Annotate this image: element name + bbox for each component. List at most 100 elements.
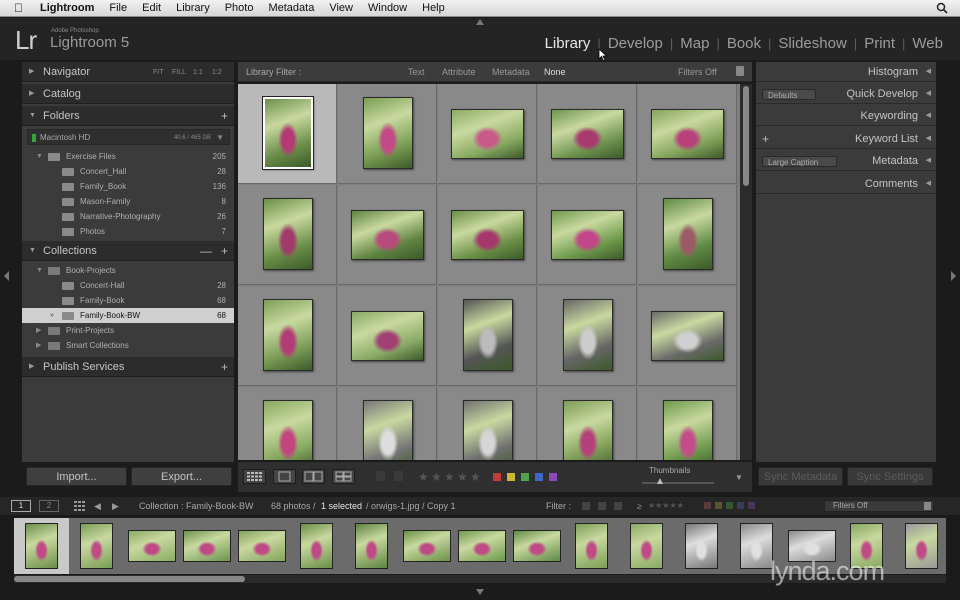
- module-map[interactable]: Map: [673, 35, 716, 52]
- filmstrip-cell-selected[interactable]: [14, 518, 70, 574]
- label-red-icon[interactable]: [704, 502, 711, 509]
- filter-metadata[interactable]: Metadata: [492, 62, 530, 82]
- apple-icon[interactable]: : [14, 0, 28, 17]
- grid-cell[interactable]: [238, 185, 337, 285]
- add-publish-service-icon[interactable]: +: [221, 357, 228, 377]
- menu-view[interactable]: View: [329, 0, 353, 17]
- label-purple-icon[interactable]: [549, 473, 557, 481]
- menu-file[interactable]: File: [109, 0, 127, 17]
- folder-exercise-files[interactable]: ▼ Exercise Files 205: [22, 149, 234, 164]
- label-green-icon[interactable]: [726, 502, 733, 509]
- disclosure-icon[interactable]: ▼: [36, 149, 43, 164]
- menu-help[interactable]: Help: [422, 0, 445, 17]
- filmstrip-cell[interactable]: [234, 518, 290, 574]
- module-web[interactable]: Web: [905, 35, 950, 52]
- filmstrip-cell[interactable]: [289, 518, 345, 574]
- grid-cell[interactable]: [338, 185, 437, 285]
- rating-filter-stars-icon[interactable]: ★★★★★: [648, 497, 684, 515]
- disclosure-icon[interactable]: »: [50, 308, 54, 323]
- grid-cell[interactable]: [438, 286, 537, 386]
- loupe-view-button[interactable]: [273, 469, 296, 484]
- filmstrip-scrollbar-thumb[interactable]: [14, 576, 245, 582]
- flag-filter-icon[interactable]: [582, 502, 590, 510]
- navigator-header[interactable]: ▶ Navigator FIT FILL 1:1 1:2: [22, 62, 234, 82]
- folder-row[interactable]: Concert_Hall 28: [22, 164, 234, 179]
- star-4-icon[interactable]: ★: [457, 470, 468, 484]
- collection-family-book-bw[interactable]: » Family-Book-BW 68: [22, 308, 234, 323]
- filter-preset[interactable]: Filters Off: [678, 62, 717, 82]
- flag-filter-icon[interactable]: [614, 502, 622, 510]
- metadata-preset-select[interactable]: Large Caption: [762, 156, 838, 167]
- grid-view-button[interactable]: [243, 469, 266, 484]
- filmstrip-cell[interactable]: [509, 518, 565, 574]
- menu-lightroom[interactable]: Lightroom: [40, 0, 94, 17]
- grid-cell[interactable]: [438, 84, 537, 184]
- quick-develop-header[interactable]: Defaults Quick Develop ◀: [756, 84, 936, 104]
- filmstrip-cell[interactable]: [124, 518, 180, 574]
- search-icon[interactable]: [936, 2, 948, 14]
- grid-cell[interactable]: [538, 387, 637, 460]
- collapse-bottom-arrow-icon[interactable]: [476, 589, 484, 595]
- flag-filter-icon[interactable]: [598, 502, 606, 510]
- source-indicator[interactable]: Collection : Family-Book-BW: [139, 497, 254, 515]
- folders-header[interactable]: ▼ Folders +: [22, 106, 234, 126]
- keywording-header[interactable]: Keywording ◀: [756, 106, 936, 126]
- collection-row[interactable]: ▶ Print-Projects: [22, 323, 234, 338]
- quick-develop-preset-select[interactable]: Defaults: [762, 89, 817, 100]
- add-keyword-icon[interactable]: +: [762, 129, 769, 149]
- folder-row[interactable]: Family_Book 136: [22, 179, 234, 194]
- menu-edit[interactable]: Edit: [142, 0, 161, 17]
- collapse-top-arrow-icon[interactable]: [476, 19, 484, 25]
- primary-display-button[interactable]: 1: [11, 500, 31, 512]
- module-develop[interactable]: Develop: [601, 35, 670, 52]
- label-yellow-icon[interactable]: [715, 502, 722, 509]
- survey-view-button[interactable]: [332, 469, 355, 484]
- secondary-display-button[interactable]: 2: [39, 500, 59, 512]
- add-folder-icon[interactable]: +: [221, 106, 228, 126]
- label-blue-icon[interactable]: [535, 473, 543, 481]
- label-yellow-icon[interactable]: [507, 473, 515, 481]
- metadata-header[interactable]: Large Caption Metadata ◀: [756, 151, 936, 171]
- menu-library[interactable]: Library: [176, 0, 210, 17]
- menu-metadata[interactable]: Metadata: [268, 0, 314, 17]
- filmstrip-filter-select[interactable]: Filters Off: [824, 500, 934, 512]
- filmstrip-cell[interactable]: [454, 518, 510, 574]
- grid-scrollbar-thumb[interactable]: [743, 86, 749, 186]
- filmstrip-cell[interactable]: [619, 518, 675, 574]
- grid-cell[interactable]: [338, 286, 437, 386]
- nav-fill[interactable]: FILL: [172, 63, 186, 83]
- module-slideshow[interactable]: Slideshow: [771, 35, 853, 52]
- grid-cell[interactable]: [438, 185, 537, 285]
- volume-macintosh-hd[interactable]: Macintosh HD 40.6 / 465 GB ▼: [27, 129, 230, 145]
- publish-services-header[interactable]: ▶ Publish Services +: [22, 357, 234, 377]
- star-3-icon[interactable]: ★: [444, 470, 455, 484]
- filmstrip-cell[interactable]: [564, 518, 620, 574]
- thumbnail-size-slider[interactable]: [642, 482, 714, 484]
- compare-view-button[interactable]: [302, 469, 325, 484]
- toolbar-menu-chevron-icon[interactable]: ▼: [735, 473, 743, 482]
- disclosure-icon[interactable]: ▶: [36, 323, 41, 338]
- catalog-header[interactable]: ▶ Catalog: [22, 84, 234, 104]
- collection-row[interactable]: Concert-Hall 28: [22, 278, 234, 293]
- forward-arrow-icon[interactable]: ▶: [112, 497, 119, 515]
- grid-cell[interactable]: [538, 286, 637, 386]
- filter-none[interactable]: None: [544, 62, 566, 82]
- nav-1-1[interactable]: 1:1: [193, 63, 203, 83]
- nav-fit[interactable]: FIT: [153, 63, 164, 83]
- label-red-icon[interactable]: [493, 473, 501, 481]
- collection-row[interactable]: Family-Book 68: [22, 293, 234, 308]
- module-print[interactable]: Print: [857, 35, 902, 52]
- collection-row[interactable]: ▶ Smart Collections: [22, 338, 234, 353]
- grid-cell[interactable]: [638, 387, 737, 460]
- filmstrip-cell[interactable]: [179, 518, 235, 574]
- sync-metadata-button[interactable]: Sync Metadata: [758, 467, 843, 486]
- collapse-right-arrow-icon[interactable]: [951, 271, 956, 281]
- grid-cell[interactable]: [338, 387, 437, 460]
- collection-row[interactable]: ▼ Book-Projects: [22, 263, 234, 278]
- grid-cell-selected[interactable]: [238, 84, 337, 184]
- grid-cell[interactable]: [638, 286, 737, 386]
- filter-text[interactable]: Text: [408, 62, 425, 82]
- filmstrip-cell[interactable]: [674, 518, 730, 574]
- lock-icon[interactable]: [736, 66, 744, 76]
- grid-cell[interactable]: [438, 387, 537, 460]
